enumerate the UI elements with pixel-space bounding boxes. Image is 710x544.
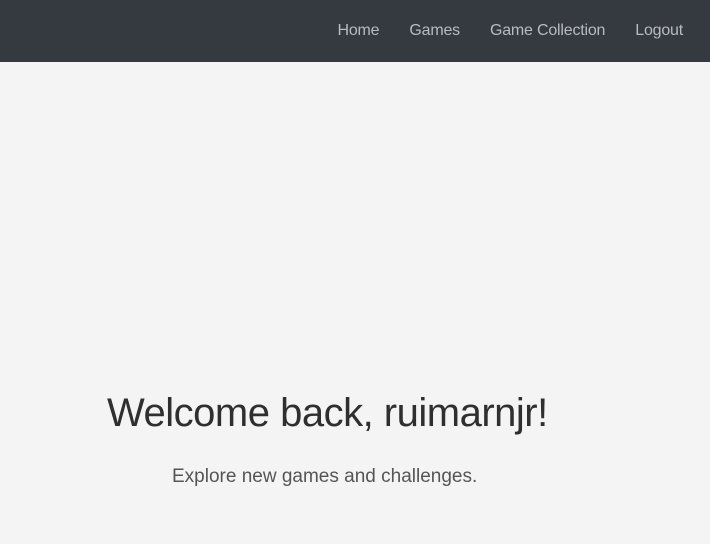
nav-home-link[interactable]: Home	[338, 22, 380, 40]
nav-games-link[interactable]: Games	[409, 22, 460, 40]
welcome-subtitle: Explore new games and challenges.	[172, 466, 478, 487]
welcome-heading: Welcome back, ruimarnjr!	[107, 391, 548, 435]
nav-logout-link[interactable]: Logout	[635, 22, 683, 40]
top-navbar: Home Games Game Collection Logout	[0, 0, 710, 62]
main-content: Welcome back, ruimarnjr! Explore new gam…	[0, 62, 710, 544]
nav-links: Home Games Game Collection Logout	[338, 0, 710, 62]
nav-game-collection-link[interactable]: Game Collection	[490, 22, 605, 40]
